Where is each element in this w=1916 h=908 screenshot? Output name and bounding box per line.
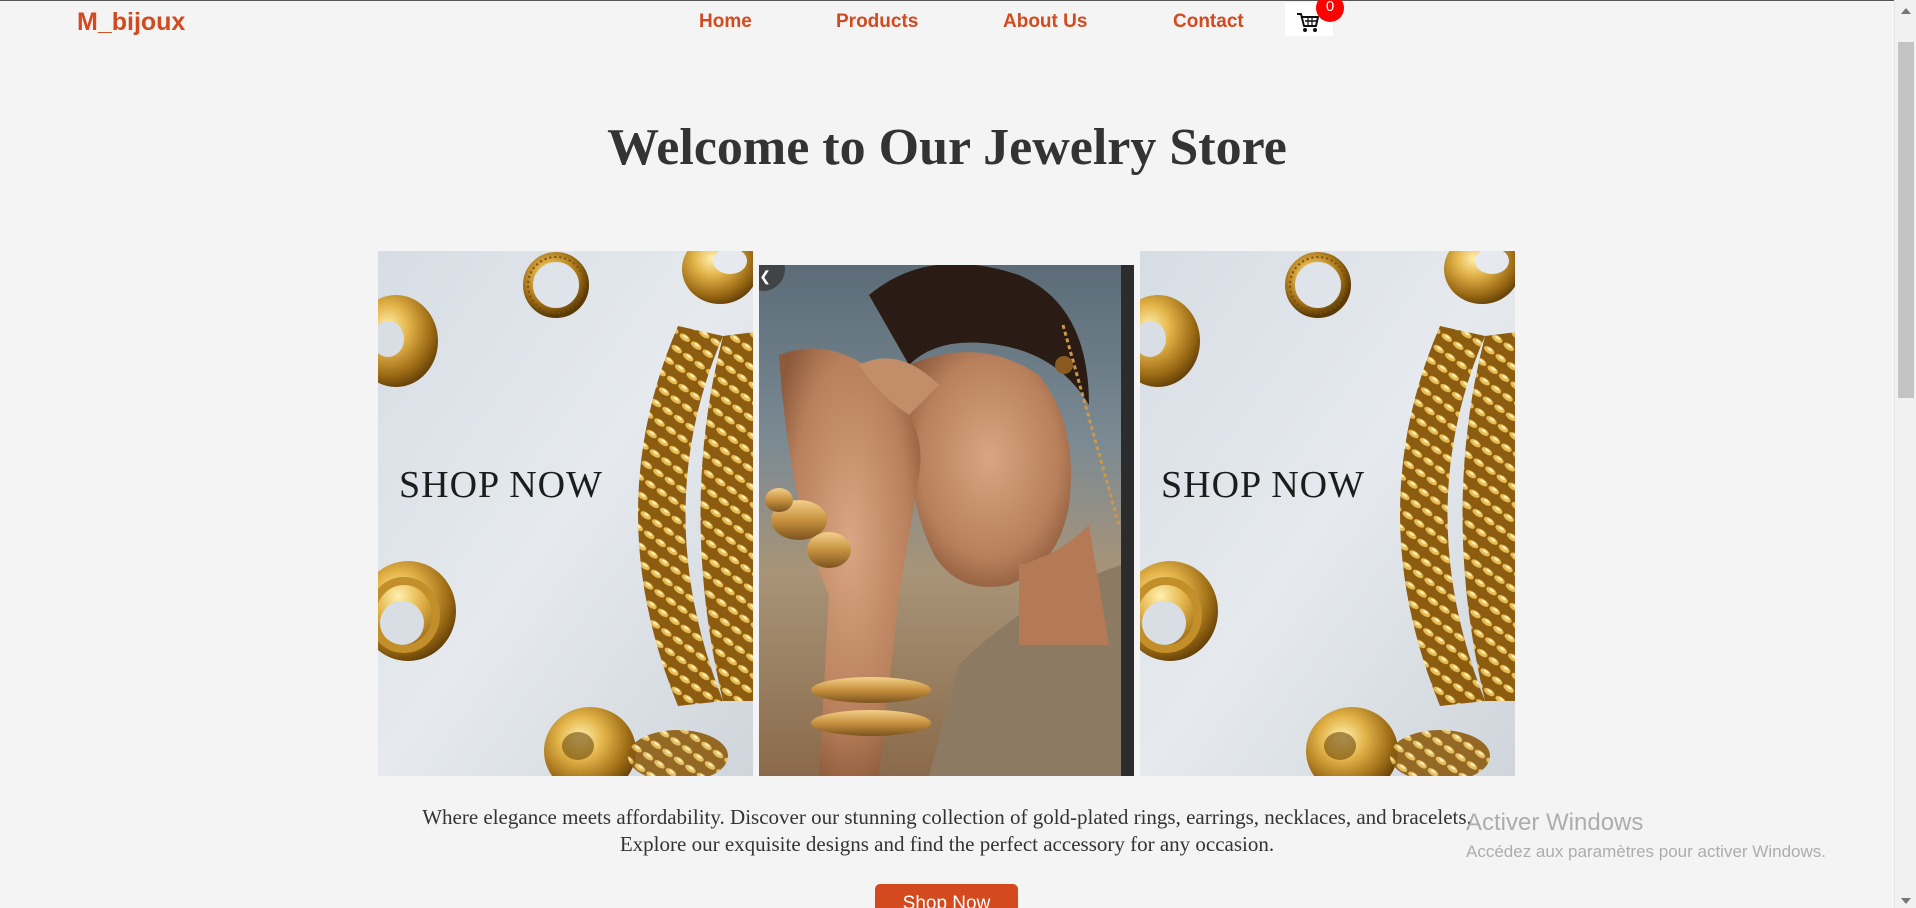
- windows-activation-subtitle: Accédez aux paramètres pour activer Wind…: [1466, 842, 1826, 861]
- scrollbar-thumb[interactable]: [1898, 42, 1914, 398]
- carousel-slide-right[interactable]: SHOP NOW: [1140, 251, 1515, 776]
- shop-now-button[interactable]: Shop Now: [875, 884, 1018, 908]
- page-title: Welcome to Our Jewelry Store: [607, 119, 1287, 176]
- nav-about-us[interactable]: About Us: [1003, 11, 1087, 33]
- windows-activation-title: Activer Windows: [1466, 809, 1644, 836]
- vertical-scrollbar[interactable]: [1894, 0, 1916, 908]
- nav-products[interactable]: Products: [836, 11, 918, 33]
- cart-count-badge: 0: [1316, 0, 1344, 22]
- carousel-slide-left[interactable]: SHOP NOW: [378, 251, 753, 776]
- shop-now-overlay: SHOP NOW: [399, 464, 603, 506]
- chevron-left-icon: ❮: [759, 268, 771, 284]
- site-logo[interactable]: M_bijoux: [77, 8, 185, 37]
- scroll-down-icon[interactable]: [1901, 898, 1911, 904]
- model-portrait-image: [759, 265, 1134, 776]
- page: M_bijoux Home Products About Us Contact …: [0, 0, 1916, 908]
- shop-now-overlay: SHOP NOW: [1161, 464, 1365, 506]
- nav-contact[interactable]: Contact: [1173, 11, 1244, 33]
- jewelry-flatlay-image: [1140, 251, 1515, 776]
- scroll-up-icon[interactable]: [1901, 8, 1911, 14]
- jewelry-flatlay-image: [378, 251, 753, 776]
- top-border: [0, 0, 1916, 1]
- carousel-slide-center[interactable]: ❮: [759, 265, 1134, 776]
- nav-home[interactable]: Home: [699, 11, 752, 33]
- cart-icon: [1297, 13, 1319, 32]
